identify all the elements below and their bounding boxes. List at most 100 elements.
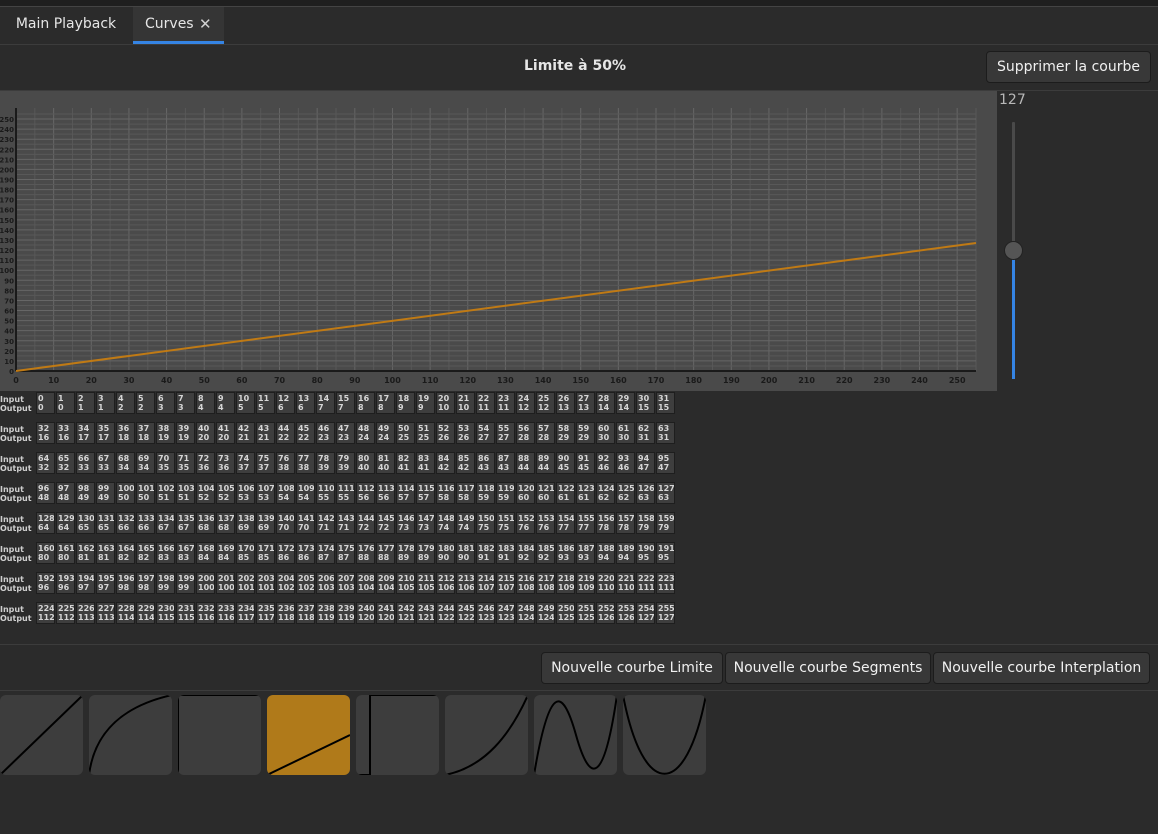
preset-square[interactable] bbox=[445, 695, 528, 775]
cell-output: 11 bbox=[498, 403, 510, 412]
cell-output: 18 bbox=[118, 433, 130, 442]
x-tick-label: 60 bbox=[236, 376, 248, 385]
cell-output: 113 bbox=[98, 613, 115, 622]
cell-output: 63 bbox=[658, 493, 670, 502]
table-cell: 146 73 bbox=[396, 512, 415, 534]
table-cell: 37 18 bbox=[136, 422, 155, 444]
cell-input: 203 bbox=[258, 574, 275, 583]
cell-input: 217 bbox=[538, 574, 555, 583]
delete-curve-button[interactable]: Supprimer la courbe bbox=[986, 51, 1151, 83]
close-icon[interactable]: ✕ bbox=[199, 7, 212, 41]
cell-output: 43 bbox=[498, 463, 510, 472]
table-cell: 116 58 bbox=[436, 482, 455, 504]
cell-input: 104 bbox=[198, 484, 215, 493]
table-cell: 34 17 bbox=[76, 422, 95, 444]
table-cell: 88 44 bbox=[516, 452, 535, 474]
tab-label: Curves bbox=[145, 16, 194, 32]
preset-limit-50[interactable] bbox=[267, 695, 350, 775]
table-cell: 236 118 bbox=[276, 602, 295, 624]
cell-input: 12 bbox=[278, 394, 290, 403]
cell-output: 85 bbox=[238, 553, 250, 562]
y-tick-label: 250 bbox=[0, 116, 14, 124]
table-cell: 226 113 bbox=[76, 602, 95, 624]
slider-handle[interactable] bbox=[1004, 241, 1023, 260]
cell-input: 137 bbox=[218, 514, 235, 523]
cell-output: 112 bbox=[58, 613, 75, 622]
tab-curves[interactable]: Curves ✕ bbox=[133, 7, 224, 44]
cell-output: 72 bbox=[358, 523, 370, 532]
curve-chart[interactable]: 0 10 20 30 40 50 60 70 80 90 100 110 120 130 140 150 160… bbox=[0, 91, 997, 391]
table-cell: 61 30 bbox=[616, 422, 635, 444]
table-cell: 240 120 bbox=[356, 602, 375, 624]
cell-input: 128 bbox=[38, 514, 55, 523]
cell-input: 134 bbox=[158, 514, 175, 523]
table-cell: 29 14 bbox=[616, 392, 635, 414]
cell-output: 117 bbox=[238, 613, 255, 622]
table-cell: 12 6 bbox=[276, 392, 295, 414]
curve-plot[interactable]: 0 10 20 30 40 50 60 70 80 90 100 110 120 130 140 150 160… bbox=[0, 91, 997, 391]
table-cell: 218 109 bbox=[556, 572, 575, 594]
table-row: Input Output 192 96 193 96 194 97 195 97 196 98 197 9… bbox=[0, 572, 680, 597]
cell-input: 82 bbox=[398, 454, 410, 463]
tab-main-playback[interactable]: Main Playback bbox=[0, 7, 132, 44]
y-tick-label: 40 bbox=[4, 328, 14, 336]
y-tick-label: 20 bbox=[4, 348, 14, 356]
cell-input: 172 bbox=[278, 544, 295, 553]
table-cell: 223 111 bbox=[656, 572, 675, 594]
table-cell: 242 121 bbox=[396, 602, 415, 624]
cell-output: 91 bbox=[498, 553, 510, 562]
cell-output: 95 bbox=[638, 553, 650, 562]
table-cell: 127 63 bbox=[656, 482, 675, 504]
cell-input: 198 bbox=[158, 574, 175, 583]
table-cell: 215 107 bbox=[496, 572, 515, 594]
cell-output: 88 bbox=[378, 553, 390, 562]
new-interpolation-curve-button[interactable]: Nouvelle courbe Interplation bbox=[933, 652, 1150, 684]
table-cell: 78 39 bbox=[316, 452, 335, 474]
cell-input: 109 bbox=[298, 484, 315, 493]
cell-output: 38 bbox=[298, 463, 310, 472]
table-cell: 50 25 bbox=[396, 422, 415, 444]
table-cell: 143 71 bbox=[336, 512, 355, 534]
table-row: Input Output 64 32 65 32 66 33 67 33 68 34 69 34 70 35 7… bbox=[0, 452, 680, 477]
preset-linear[interactable] bbox=[0, 695, 83, 775]
cell-input: 47 bbox=[338, 424, 350, 433]
table-row: Input Output 128 64 129 64 130 65 131 65 132 66 133 6… bbox=[0, 512, 680, 537]
cell-input: 204 bbox=[278, 574, 295, 583]
cell-input: 181 bbox=[458, 544, 475, 553]
cell-output: 35 bbox=[158, 463, 170, 472]
table-cell: 18 9 bbox=[396, 392, 415, 414]
row-labels: Input Output bbox=[0, 425, 32, 443]
preset-parabola[interactable] bbox=[623, 695, 706, 775]
cell-input: 97 bbox=[58, 484, 70, 493]
cell-output: 90 bbox=[438, 553, 450, 562]
table-cell: 23 11 bbox=[496, 392, 515, 414]
cell-output: 72 bbox=[378, 523, 390, 532]
new-limit-curve-button[interactable]: Nouvelle courbe Limite bbox=[541, 652, 723, 684]
table-cell: 112 56 bbox=[356, 482, 375, 504]
cell-input: 32 bbox=[38, 424, 50, 433]
cell-input: 241 bbox=[378, 604, 395, 613]
cell-output: 48 bbox=[58, 493, 70, 502]
table-cell: 131 65 bbox=[96, 512, 115, 534]
cell-output: 73 bbox=[398, 523, 410, 532]
preset-square-root[interactable] bbox=[89, 695, 172, 775]
cell-output: 45 bbox=[558, 463, 570, 472]
cell-output: 42 bbox=[458, 463, 470, 472]
cell-output: 86 bbox=[298, 553, 310, 562]
preset-full-offset[interactable] bbox=[356, 695, 439, 775]
row-labels: Input Output bbox=[0, 455, 32, 473]
cell-input: 123 bbox=[578, 484, 595, 493]
cell-output: 81 bbox=[98, 553, 110, 562]
table-cell: 72 36 bbox=[196, 452, 215, 474]
table-cell: 139 69 bbox=[256, 512, 275, 534]
table-cell: 189 94 bbox=[616, 542, 635, 564]
table-cell: 57 28 bbox=[536, 422, 555, 444]
table-cell: 245 122 bbox=[456, 602, 475, 624]
preset-sine-wave[interactable] bbox=[534, 695, 617, 775]
cell-output: 105 bbox=[398, 583, 415, 592]
table-cell: 99 49 bbox=[96, 482, 115, 504]
preset-full[interactable] bbox=[178, 695, 261, 775]
cell-input: 233 bbox=[218, 604, 235, 613]
table-cell: 221 110 bbox=[616, 572, 635, 594]
new-segments-curve-button[interactable]: Nouvelle courbe Segments bbox=[725, 652, 931, 684]
